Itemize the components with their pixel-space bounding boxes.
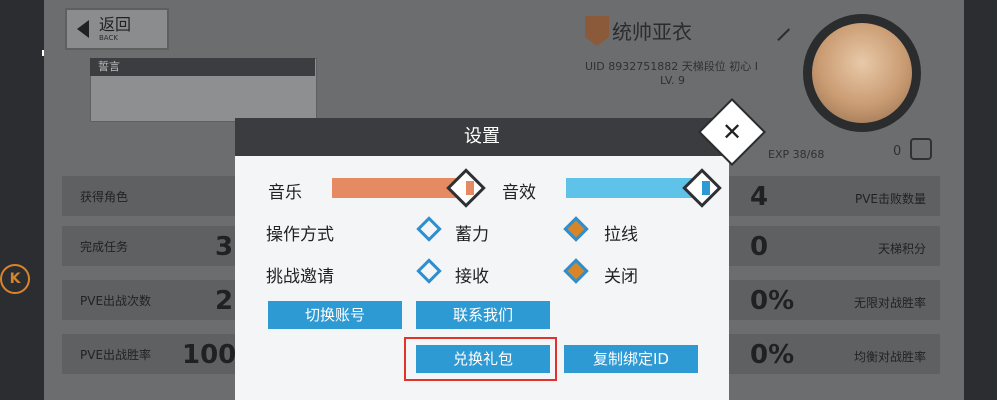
control-mode-label: 操作方式: [266, 225, 334, 245]
stat-label: PVE出战次数: [80, 294, 152, 308]
stat-value: 0%: [750, 286, 795, 316]
contact-us-button[interactable]: 联系我们: [416, 301, 550, 329]
switch-account-button[interactable]: 切换账号: [268, 301, 402, 329]
stat-label: 天梯积分: [877, 242, 926, 256]
avatar-frame[interactable]: [803, 14, 921, 132]
level-text: LV. 9: [660, 74, 686, 87]
challenge-invite-label: 挑战邀请: [266, 267, 334, 287]
back-arrow-icon: [77, 20, 89, 38]
invite-accept-label[interactable]: 接收: [455, 262, 489, 287]
back-label-en: BACK: [99, 33, 118, 42]
stat-value: 2: [215, 286, 234, 316]
left-frame: [0, 0, 44, 400]
right-frame: [964, 0, 997, 400]
control-charge-label[interactable]: 蓄力: [455, 220, 489, 245]
stat-value: 0: [750, 232, 769, 262]
back-button[interactable]: 返回 BACK: [65, 8, 169, 50]
sfx-label: 音效: [502, 183, 536, 203]
oath-title: 誓言: [90, 58, 315, 76]
avatar: [812, 23, 912, 123]
redeem-highlight-box: [404, 337, 557, 381]
stat-label: PVE击败数量: [854, 192, 926, 206]
stat-value: 0%: [750, 340, 795, 370]
k-side-button[interactable]: K: [0, 264, 30, 294]
music-handle-mark: [466, 181, 474, 195]
likes-count: 0: [893, 144, 902, 159]
exp-text: EXP 38/68: [768, 148, 825, 161]
back-label: 返回: [99, 14, 132, 34]
stat-value: 3: [215, 232, 234, 262]
sfx-handle-mark: [702, 181, 710, 195]
stat-label: 无限对战胜率: [853, 296, 926, 310]
control-drag-label[interactable]: 拉线: [604, 220, 638, 245]
copy-bind-id-button[interactable]: 复制绑定ID: [564, 345, 698, 373]
dialog-title: 设置: [464, 126, 500, 147]
thumbs-up-icon[interactable]: [910, 138, 932, 160]
stat-value: 4: [750, 182, 769, 212]
music-label: 音乐: [268, 183, 302, 203]
stat-label: 均衡对战胜率: [853, 350, 926, 364]
stat-label: PVE出战胜率: [80, 348, 152, 362]
close-icon[interactable]: ✕: [710, 110, 754, 154]
stat-label: 获得角色: [80, 190, 129, 204]
invite-close-label[interactable]: 关闭: [604, 262, 638, 287]
uid-text: UID 8932751882 天梯段位 初心 I: [585, 60, 758, 73]
player-name: 统帅亚衣: [612, 20, 692, 44]
stat-label: 完成任务: [80, 240, 129, 254]
sfx-slider[interactable]: [566, 178, 706, 198]
